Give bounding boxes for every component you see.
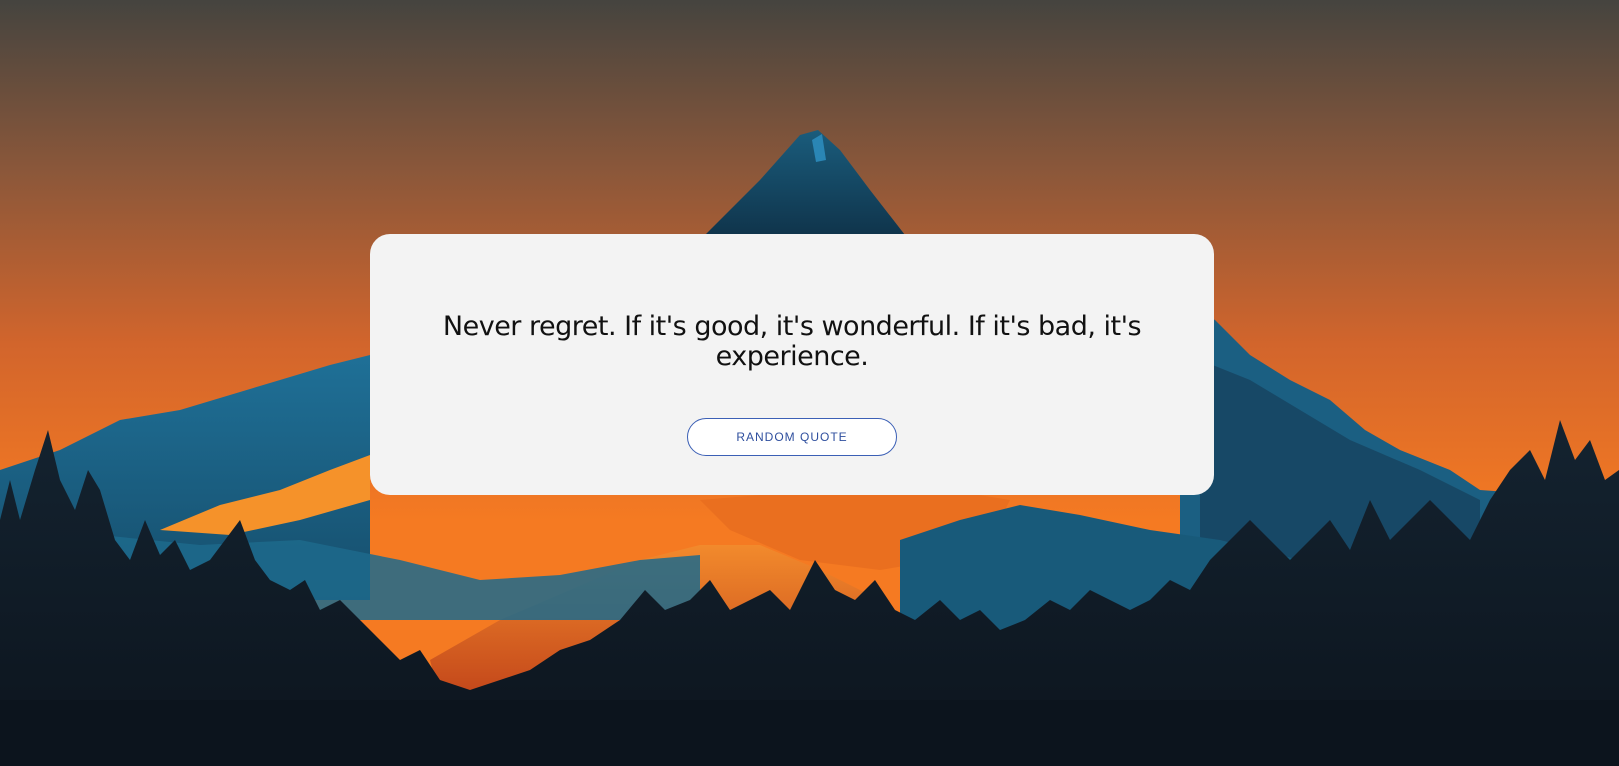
quote-text: Never regret. If it's good, it's wonderf…	[442, 311, 1142, 372]
quote-card: Never regret. If it's good, it's wonderf…	[370, 234, 1214, 495]
random-quote-button[interactable]: RANDOM QUOTE	[687, 418, 897, 456]
